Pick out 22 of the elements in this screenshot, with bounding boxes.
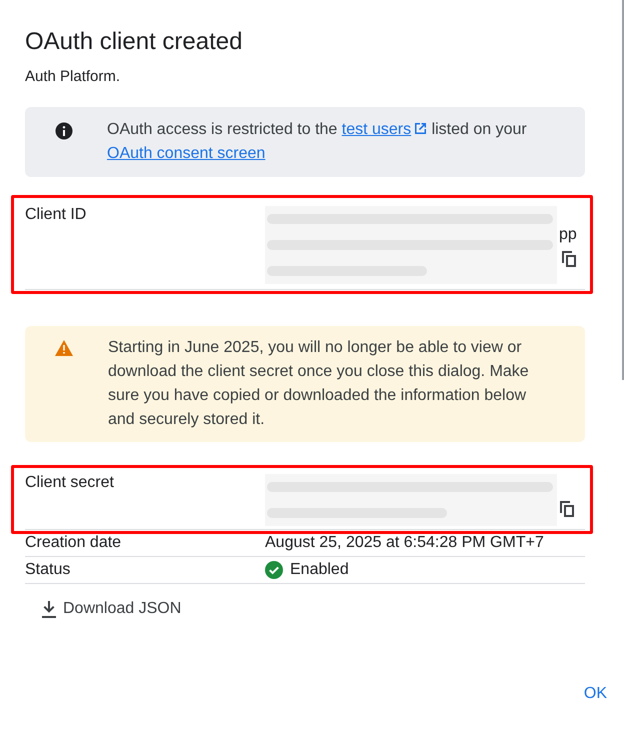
scrollbar[interactable]	[622, 0, 624, 380]
notice-text: Starting in June 2025, you will no longer be able to view or download the client secret once you close this dialog. Make sure you have copied or downloaded the information below and securely stored it.	[108, 338, 530, 430]
status-value: Enabled	[290, 561, 349, 579]
dialog-subtitle: Auth Platform.	[25, 68, 122, 85]
ok-button[interactable]: OK	[582, 681, 609, 707]
field-label: Client ID	[25, 206, 88, 225]
warning-icon	[55, 340, 73, 356]
link[interactable]: test users	[342, 121, 428, 138]
info-icon	[55, 122, 73, 140]
external-link-icon	[414, 122, 428, 135]
dialog-title: OAuth client created	[25, 28, 244, 56]
download-button[interactable]: Download JSON	[42, 596, 182, 622]
field-value: August 25, 2025 at 6:54:28 PM GMT+7	[265, 534, 544, 552]
link[interactable]: OAuth consent screen	[107, 145, 266, 162]
value-fragment: pp	[559, 226, 577, 244]
field-label: Creation date	[25, 534, 122, 552]
download-icon	[42, 600, 56, 618]
copy-icon[interactable]	[560, 250, 577, 268]
copy-icon[interactable]	[559, 500, 575, 518]
field-label: Status	[25, 561, 72, 579]
field-label: Client secret	[25, 474, 115, 493]
notice-text: OAuth access is restricted to the test users listed on your OAuth consent screen	[107, 120, 528, 164]
